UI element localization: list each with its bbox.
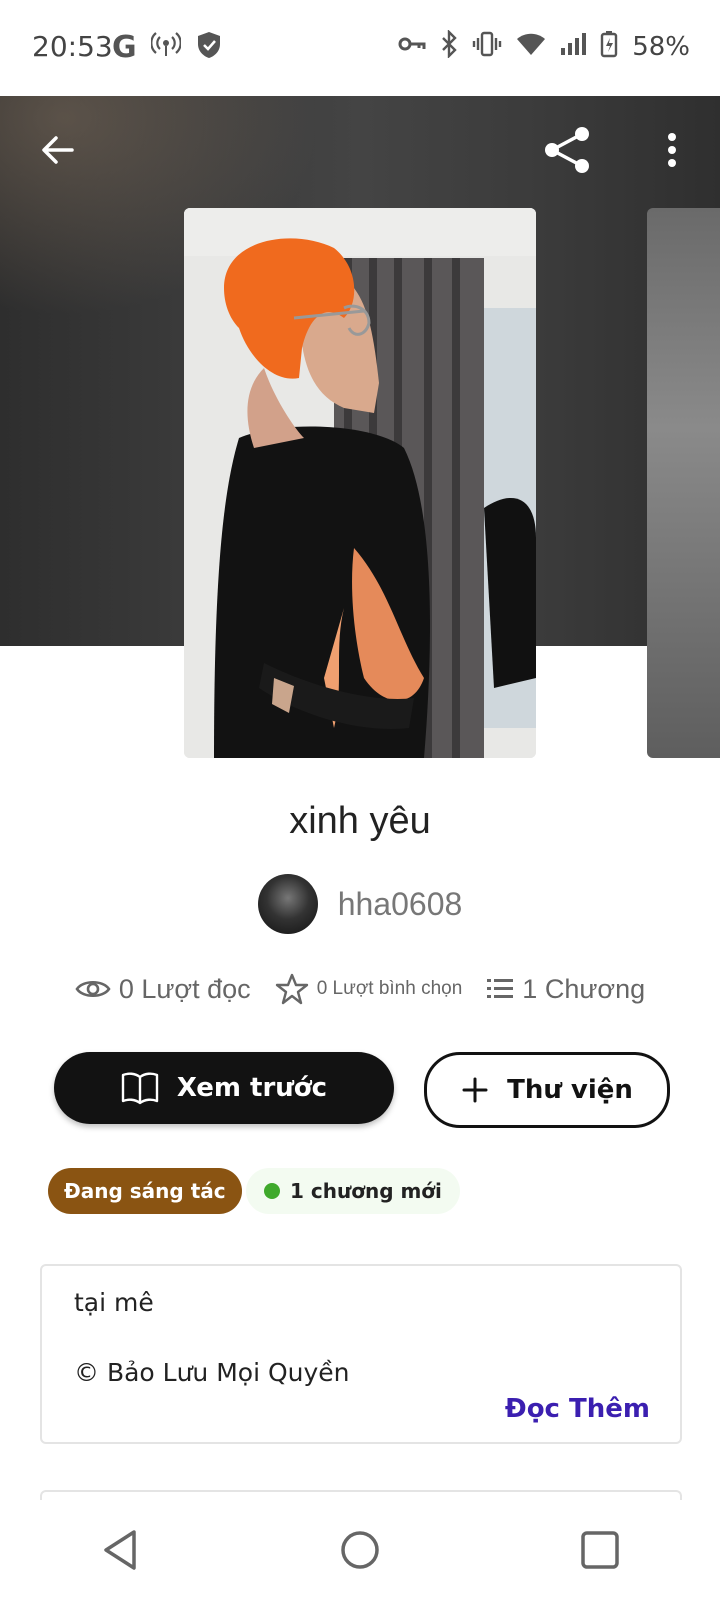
author-row[interactable]: hha0608	[0, 874, 720, 934]
author-name[interactable]: hha0608	[338, 886, 463, 923]
system-nav-bar	[0, 1500, 720, 1600]
plus-icon	[462, 1077, 488, 1103]
add-to-library-button[interactable]: Thư viện	[424, 1052, 670, 1128]
back-button[interactable]	[30, 122, 86, 178]
read-more-link[interactable]: Đọc Thêm	[505, 1394, 650, 1424]
more-vertical-icon	[668, 133, 676, 167]
story-stats: 0 Lượt đọc 0 Lượt bình chọn 1 Chương	[0, 972, 720, 1006]
battery-percent: 58%	[632, 31, 690, 62]
status-badge: Đang sáng tác	[48, 1168, 242, 1214]
square-recents-icon	[581, 1531, 619, 1569]
status-right-icons: 58%	[398, 29, 690, 63]
more-options-button[interactable]	[644, 122, 700, 178]
circle-home-icon	[341, 1531, 379, 1569]
signal-icon	[560, 32, 587, 61]
nav-back-button[interactable]	[90, 1520, 150, 1580]
votes-stat: 0 Lượt bình chọn	[275, 972, 463, 1006]
story-cover-image[interactable]	[184, 208, 536, 758]
chapters-stat: 1 Chương	[486, 974, 645, 1005]
star-icon	[275, 973, 308, 1005]
arrow-left-icon	[42, 136, 74, 164]
green-dot-icon	[264, 1183, 280, 1199]
nav-recents-button[interactable]	[570, 1520, 630, 1580]
new-chapters-label: 1 chương mới	[290, 1179, 442, 1203]
library-label: Thư viện	[507, 1075, 633, 1105]
share-icon	[545, 127, 589, 173]
status-bar: 20:53 G 58%	[0, 0, 720, 96]
description-text: tại mê	[74, 1288, 154, 1317]
wifi-icon	[516, 32, 546, 61]
status-left-icons: G	[112, 30, 223, 65]
battery-charging-icon	[600, 30, 618, 63]
triangle-back-icon	[104, 1530, 136, 1570]
eye-icon	[75, 980, 111, 998]
bluetooth-icon	[440, 29, 458, 63]
nav-home-button[interactable]	[330, 1520, 390, 1580]
vpn-key-icon	[398, 34, 426, 59]
shield-icon	[195, 30, 223, 65]
preview-label: Xem trước	[176, 1073, 328, 1103]
next-story-cover[interactable]	[647, 208, 720, 758]
votes-count: 0 Lượt bình chọn	[316, 978, 463, 999]
book-open-icon	[121, 1072, 159, 1105]
share-button[interactable]	[540, 122, 596, 178]
story-title: xinh yêu	[289, 800, 431, 842]
reads-count: 0 Lượt đọc	[118, 973, 251, 1004]
status-time: 20:53	[32, 30, 113, 63]
chapters-count: 1 Chương	[522, 973, 646, 1004]
reads-stat: 0 Lượt đọc	[75, 974, 251, 1005]
description-card: tại mê © Bảo Lưu Mọi Quyền Đọc Thêm	[40, 1264, 682, 1444]
hotspot-icon	[149, 30, 182, 65]
vibrate-icon	[472, 31, 502, 62]
google-icon: G	[112, 30, 137, 65]
list-icon	[487, 979, 514, 998]
avatar[interactable]	[257, 874, 318, 934]
new-chapters-badge: 1 chương mới	[246, 1168, 460, 1214]
copyright-text: © Bảo Lưu Mọi Quyền	[74, 1358, 350, 1387]
preview-button[interactable]: Xem trước	[54, 1052, 394, 1124]
